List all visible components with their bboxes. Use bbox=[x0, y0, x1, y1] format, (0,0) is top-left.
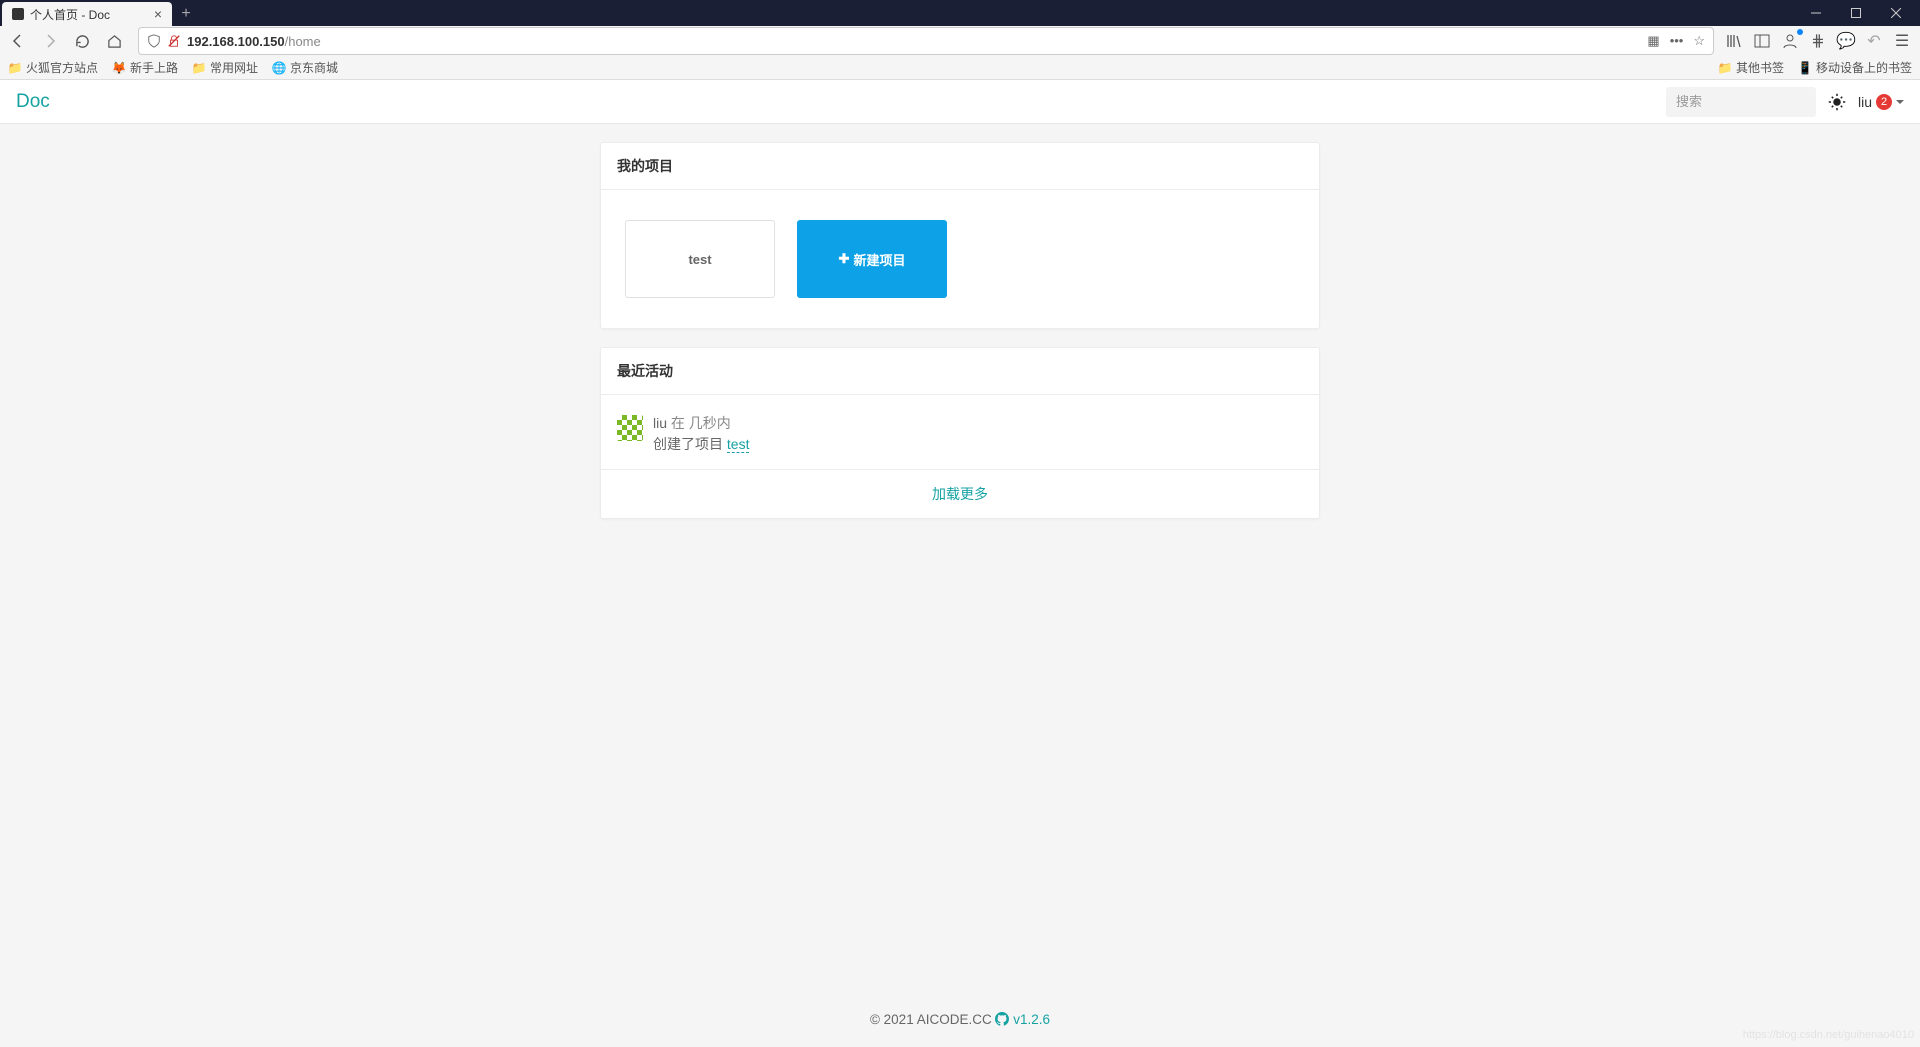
window-minimize-icon[interactable] bbox=[1796, 0, 1836, 26]
tab-title: 个人首页 - Doc bbox=[30, 6, 110, 23]
activity-action: 创建了项目 bbox=[653, 436, 723, 452]
app-header: Doc liu 2 bbox=[0, 80, 1920, 124]
footer-version[interactable]: v1.2.6 bbox=[1013, 1012, 1050, 1027]
sidebar-icon[interactable] bbox=[1752, 31, 1772, 51]
menu-icon[interactable]: ☰ bbox=[1892, 31, 1912, 51]
load-more-button[interactable]: 加载更多 bbox=[601, 470, 1319, 518]
plus-icon: ✚ bbox=[839, 251, 850, 267]
browser-tabs: 个人首页 - Doc × + bbox=[0, 0, 200, 26]
my-projects-panel: 我的项目 test ✚ 新建项目 bbox=[600, 142, 1320, 329]
nav-home-icon[interactable] bbox=[100, 27, 128, 55]
app-logo[interactable]: Doc bbox=[16, 91, 50, 113]
bookmark-item[interactable]: 🦊新手上路 bbox=[112, 59, 178, 76]
bookmark-item[interactable]: 📁常用网址 bbox=[192, 59, 258, 76]
tab-favicon-icon bbox=[12, 8, 24, 20]
globe-icon: 🌐 bbox=[272, 61, 286, 75]
recent-activity-panel: 最近活动 liu 在 几秒内 创建了项目 test bbox=[600, 347, 1320, 519]
user-menu[interactable]: liu 2 bbox=[1858, 94, 1904, 110]
bookmark-star-icon[interactable]: ☆ bbox=[1693, 33, 1705, 49]
url-bar[interactable]: 192.168.100.150/home ▦ ••• ☆ bbox=[138, 27, 1714, 55]
bookmark-other[interactable]: 📁其他书签 bbox=[1718, 59, 1784, 76]
browser-tab-active[interactable]: 个人首页 - Doc × bbox=[2, 2, 172, 26]
tab-close-icon[interactable]: × bbox=[154, 6, 162, 22]
new-tab-button[interactable]: + bbox=[172, 2, 200, 26]
undo-icon[interactable]: ↶ bbox=[1864, 31, 1884, 51]
notification-badge: 2 bbox=[1876, 94, 1892, 110]
footer: © 2021 AICODE.CC v1.2.6 bbox=[0, 992, 1920, 1047]
github-icon[interactable] bbox=[995, 1012, 1009, 1026]
nav-forward-icon[interactable] bbox=[36, 27, 64, 55]
nav-reload-icon[interactable] bbox=[68, 27, 96, 55]
folder-icon: 📁 bbox=[1718, 61, 1732, 75]
page-actions-icon[interactable]: ••• bbox=[1670, 33, 1684, 49]
firefox-icon: 🦊 bbox=[112, 61, 126, 75]
insecure-icon bbox=[167, 34, 181, 48]
folder-icon: 📁 bbox=[192, 61, 206, 75]
activity-target-link[interactable]: test bbox=[727, 436, 750, 453]
project-name: test bbox=[688, 252, 711, 267]
account-icon[interactable] bbox=[1780, 31, 1800, 51]
window-close-icon[interactable] bbox=[1876, 0, 1916, 26]
extension1-icon[interactable]: ⋕ bbox=[1808, 31, 1828, 51]
panel-title: 最近活动 bbox=[601, 348, 1319, 395]
url-right-icons: ▦ ••• ☆ bbox=[1647, 33, 1705, 49]
shield-icon bbox=[147, 34, 161, 48]
theme-icon[interactable] bbox=[1826, 91, 1848, 113]
project-card[interactable]: test bbox=[625, 220, 775, 298]
library-icon[interactable] bbox=[1724, 31, 1744, 51]
search-input[interactable] bbox=[1666, 87, 1816, 117]
user-name: liu bbox=[1858, 94, 1872, 110]
footer-copyright: © 2021 AICODE.CC bbox=[870, 1012, 992, 1027]
activity-item: liu 在 几秒内 创建了项目 test bbox=[601, 395, 1319, 470]
new-project-button[interactable]: ✚ 新建项目 bbox=[797, 220, 947, 298]
url-text: 192.168.100.150/home bbox=[187, 34, 321, 49]
page-content: 我的项目 test ✚ 新建项目 最近活动 bbox=[0, 124, 1920, 577]
nav-back-icon[interactable] bbox=[4, 27, 32, 55]
watermark: https://blog.csdn.net/guihenao4010 bbox=[1743, 1029, 1914, 1041]
mobile-icon: 📱 bbox=[1798, 61, 1812, 75]
chevron-down-icon bbox=[1896, 100, 1904, 104]
new-project-label: 新建项目 bbox=[853, 250, 905, 269]
extension2-icon[interactable]: 💬 bbox=[1836, 31, 1856, 51]
panel-title: 我的项目 bbox=[601, 143, 1319, 190]
window-maximize-icon[interactable] bbox=[1836, 0, 1876, 26]
qr-icon[interactable]: ▦ bbox=[1647, 33, 1659, 49]
browser-titlebar bbox=[0, 0, 1920, 26]
browser-nav: 192.168.100.150/home ▦ ••• ☆ ⋕ 💬 ↶ ☰ bbox=[0, 26, 1920, 56]
avatar bbox=[617, 415, 643, 441]
bookmark-mobile[interactable]: 📱移动设备上的书签 bbox=[1798, 59, 1912, 76]
bookmarks-bar: 📁火狐官方站点 🦊新手上路 📁常用网址 🌐京东商城 📁其他书签 📱移动设备上的书… bbox=[0, 56, 1920, 80]
bookmark-item[interactable]: 🌐京东商城 bbox=[272, 59, 338, 76]
activity-time: 在 几秒内 bbox=[671, 415, 731, 431]
activity-user: liu bbox=[653, 415, 667, 431]
bookmark-item[interactable]: 📁火狐官方站点 bbox=[8, 59, 98, 76]
folder-icon: 📁 bbox=[8, 61, 22, 75]
